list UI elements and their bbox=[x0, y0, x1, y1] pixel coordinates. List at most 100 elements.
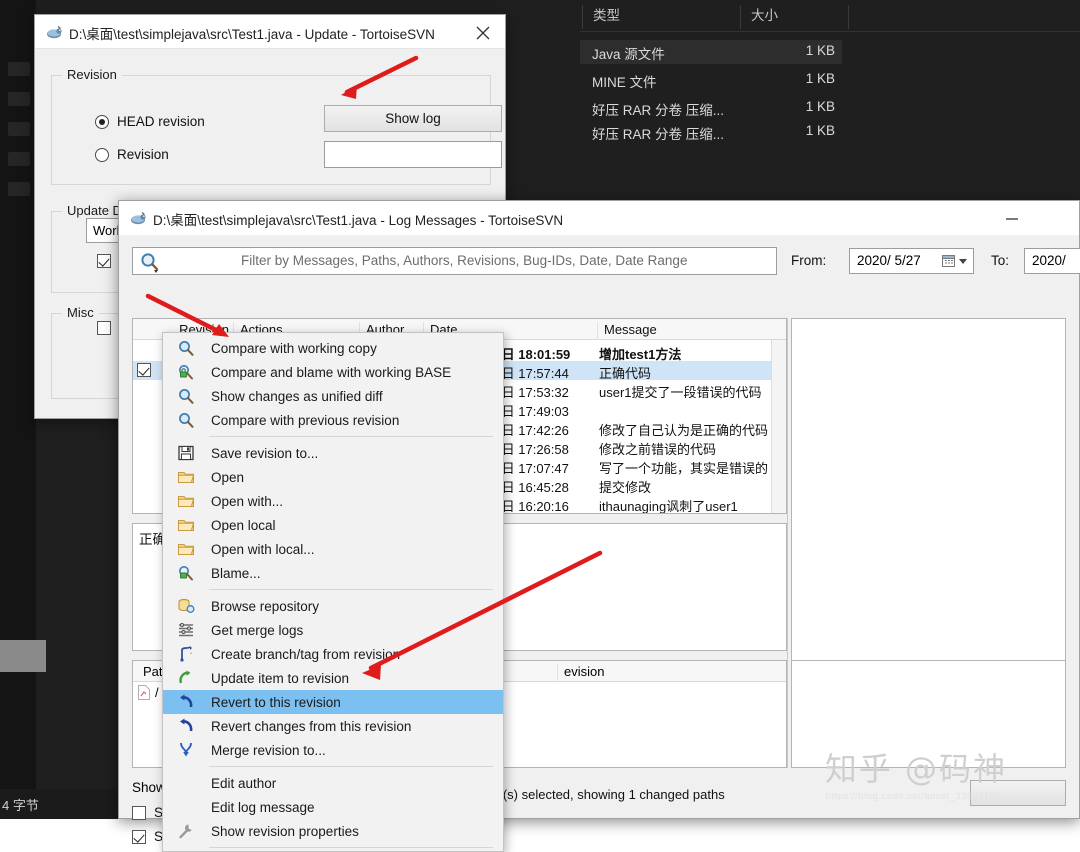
merge-logs-icon bbox=[177, 621, 195, 639]
menu-item-open-with-local[interactable]: Open with local... bbox=[163, 537, 503, 561]
menu-item-open-with[interactable]: Open with... bbox=[163, 489, 503, 513]
menu-item-label: Open with... bbox=[211, 494, 283, 509]
menu-separator bbox=[209, 847, 493, 848]
radio-dot-icon bbox=[95, 148, 109, 162]
menu-item-edit-author[interactable]: Edit author bbox=[163, 771, 503, 795]
menu-item-blame[interactable]: Blame... bbox=[163, 561, 503, 585]
update-dialog-title: D:\桌面\test\simplejava\src\Test1.java - U… bbox=[69, 23, 435, 43]
column-copyfrom-revision[interactable]: evision bbox=[557, 664, 707, 682]
explorer-row[interactable]: Java 源文件 1 KB bbox=[580, 40, 842, 64]
menu-item-label: Compare with working copy bbox=[211, 341, 377, 356]
explorer-column-size[interactable]: 大小 bbox=[740, 5, 845, 29]
none-icon bbox=[177, 774, 195, 792]
wrench-icon bbox=[177, 822, 195, 840]
menu-item-compare-with-previous-revision[interactable]: Compare with previous revision bbox=[163, 408, 503, 432]
menu-item-update-item-to-revision[interactable]: Update item to revision bbox=[163, 666, 503, 690]
revision-context-menu[interactable]: Compare with working copy Compare and bl… bbox=[162, 332, 504, 852]
menu-item-label: Revert to this revision bbox=[211, 695, 341, 710]
row-checkbox[interactable] bbox=[137, 363, 151, 377]
explorer-row-size: 1 KB bbox=[740, 71, 835, 86]
from-date-picker[interactable]: 2020/ 5/27 bbox=[849, 248, 974, 274]
column-message[interactable]: Message bbox=[597, 322, 773, 340]
menu-item-open[interactable]: Open bbox=[163, 465, 503, 489]
menu-separator bbox=[209, 766, 493, 767]
filter-placeholder-text: Filter by Messages, Paths, Authors, Revi… bbox=[241, 253, 687, 268]
tortoisesvn-icon bbox=[45, 23, 63, 41]
search-icon[interactable] bbox=[139, 251, 161, 276]
folder-icon bbox=[177, 468, 195, 486]
explorer-nav-item[interactable] bbox=[8, 182, 30, 196]
pane-splitter[interactable] bbox=[787, 318, 790, 768]
explorer-row-size: 1 KB bbox=[740, 99, 835, 114]
menu-item-label: Revert changes from this revision bbox=[211, 719, 411, 734]
from-date-value: 2020/ 5/27 bbox=[857, 253, 921, 268]
menu-item-create-branch-tag-from-revision[interactable]: Create branch/tag from revision bbox=[163, 642, 503, 666]
menu-item-label: Edit log message bbox=[211, 800, 315, 815]
menu-item-label: Edit author bbox=[211, 776, 276, 791]
log-window-titlebar[interactable]: D:\桌面\test\simplejava\src\Test1.java - L… bbox=[119, 201, 1079, 235]
menu-separator bbox=[209, 436, 493, 437]
calendar-icon[interactable] bbox=[942, 254, 955, 270]
explorer-column-type[interactable]: 类型 bbox=[582, 5, 732, 29]
row-message: ithaunaging讽刺了user1 bbox=[599, 496, 738, 514]
menu-item-show-revision-properties[interactable]: Show revision properties bbox=[163, 819, 503, 843]
misc-group-label: Misc bbox=[62, 305, 99, 320]
explorer-nav-item[interactable] bbox=[8, 62, 30, 76]
menu-item-open-local[interactable]: Open local bbox=[163, 513, 503, 537]
explorer-row[interactable]: 好压 RAR 分卷 压缩... 1 KB bbox=[580, 120, 842, 144]
checkbox-check-icon bbox=[97, 321, 111, 335]
revision-group-label: Revision bbox=[62, 67, 122, 82]
repository-icon bbox=[177, 597, 195, 615]
menu-item-save-revision-to[interactable]: Save revision to... bbox=[163, 441, 503, 465]
menu-item-label: Show changes as unified diff bbox=[211, 389, 383, 404]
head-revision-label: HEAD revision bbox=[117, 114, 205, 129]
update-icon bbox=[177, 669, 195, 687]
file-modified-icon bbox=[137, 685, 151, 703]
explorer-navigation-pane[interactable] bbox=[0, 0, 36, 819]
menu-item-compare-and-blame-with-working-base[interactable]: Compare and blame with working BASE bbox=[163, 360, 503, 384]
explorer-nav-item[interactable] bbox=[8, 122, 30, 136]
minimize-button[interactable] bbox=[991, 201, 1035, 234]
revision-list-scrollbar[interactable] bbox=[771, 340, 786, 513]
checkbox-check-icon bbox=[132, 806, 146, 820]
tortoisesvn-icon bbox=[129, 209, 147, 227]
menu-item-compare-with-working-copy[interactable]: Compare with working copy bbox=[163, 336, 503, 360]
to-date-picker[interactable]: 2020/ bbox=[1024, 248, 1080, 274]
explorer-row[interactable]: MINE 文件 1 KB bbox=[580, 68, 842, 92]
revision-number-input[interactable] bbox=[324, 141, 502, 168]
magnifier-icon bbox=[177, 411, 195, 429]
menu-item-merge-revision-to[interactable]: Merge revision to... bbox=[163, 738, 503, 762]
blame-icon bbox=[177, 564, 195, 582]
explorer-nav-item[interactable] bbox=[8, 152, 30, 166]
watermark-url: https://blog.csdn.net/aimst_33921105 bbox=[826, 791, 1001, 802]
explorer-row-size: 1 KB bbox=[740, 43, 835, 58]
explorer-row[interactable]: 好压 RAR 分卷 压缩... 1 KB bbox=[580, 96, 842, 120]
magnifier-icon bbox=[177, 387, 195, 405]
log-window-title: D:\桌面\test\simplejava\src\Test1.java - L… bbox=[153, 209, 563, 229]
menu-item-revert-to-this-revision[interactable]: Revert to this revision bbox=[163, 690, 503, 714]
update-dialog-titlebar[interactable]: D:\桌面\test\simplejava\src\Test1.java - U… bbox=[35, 15, 505, 49]
revert-icon bbox=[177, 693, 195, 711]
menu-item-edit-log-message[interactable]: Edit log message bbox=[163, 795, 503, 819]
show-log-button[interactable]: Show log bbox=[324, 105, 502, 132]
menu-item-label: Create branch/tag from revision bbox=[211, 647, 400, 662]
chevron-down-icon[interactable] bbox=[959, 259, 967, 264]
blame-icon bbox=[177, 363, 195, 381]
branch-icon bbox=[177, 645, 195, 663]
filter-input[interactable]: Filter by Messages, Paths, Authors, Revi… bbox=[132, 247, 777, 275]
from-label: From: bbox=[791, 253, 826, 268]
checkbox-check-icon bbox=[97, 254, 111, 268]
menu-item-label: Save revision to... bbox=[211, 446, 318, 461]
menu-item-get-merge-logs[interactable]: Get merge logs bbox=[163, 618, 503, 642]
explorer-nav-item[interactable] bbox=[8, 92, 30, 106]
menu-item-browse-repository[interactable]: Browse repository bbox=[163, 594, 503, 618]
watermark-text: 知乎 @码神 bbox=[825, 744, 1007, 790]
merge-icon bbox=[177, 741, 195, 759]
explorer-row-type: 好压 RAR 分卷 压缩... bbox=[592, 99, 724, 119]
desktop-background: 类型 大小 Java 源文件 1 KB MINE 文件 1 KB 好压 RAR … bbox=[0, 0, 1080, 819]
close-button[interactable] bbox=[461, 15, 505, 48]
menu-item-revert-changes-from-this-revision[interactable]: Revert changes from this revision bbox=[163, 714, 503, 738]
explorer-column-spacer bbox=[848, 5, 866, 29]
menu-item-show-changes-as-unified-diff[interactable]: Show changes as unified diff bbox=[163, 384, 503, 408]
explorer-left-panel-strip bbox=[0, 640, 46, 672]
